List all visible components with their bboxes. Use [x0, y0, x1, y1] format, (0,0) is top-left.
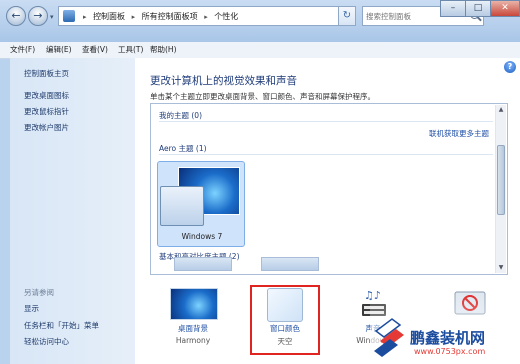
- group-my-themes: 我的主题 (0): [159, 111, 203, 120]
- maximize-button[interactable]: □: [465, 0, 491, 17]
- sidebar-item-display[interactable]: 显示: [24, 303, 39, 314]
- watermark-url: www.0753px.com: [414, 347, 486, 356]
- breadcrumb-item-control-panel[interactable]: 控制面板: [93, 12, 125, 21]
- forward-button[interactable]: →: [28, 6, 48, 26]
- window-color-value: 天空: [277, 337, 293, 346]
- theme-list-scrollbar[interactable]: ▲ ▼: [495, 105, 506, 273]
- page-title: 更改计算机上的视觉效果和声音: [150, 75, 297, 87]
- breadcrumb-separator-icon: ▸: [83, 13, 87, 21]
- theme-tile-basic[interactable]: [174, 257, 232, 271]
- back-button[interactable]: ←: [6, 6, 26, 26]
- theme-window-preview: [160, 186, 204, 226]
- scroll-up-icon[interactable]: ▲: [496, 105, 506, 115]
- window-color-button[interactable]: 窗口颜色 天空: [247, 282, 323, 362]
- see-also-heading: 另请参阅: [24, 288, 54, 297]
- page-subtitle: 单击某个主题立即更改桌面背景、窗口颜色、声音和屏幕保护程序。: [150, 92, 375, 101]
- theme-tile-classic[interactable]: [261, 257, 319, 271]
- minimize-button[interactable]: –: [440, 0, 466, 17]
- menu-tools[interactable]: 工具(T): [118, 44, 143, 55]
- menu-file[interactable]: 文件(F): [10, 44, 35, 55]
- desktop-background-label: 桌面背景: [178, 324, 208, 333]
- menu-view[interactable]: 查看(V): [82, 44, 108, 55]
- breadcrumb-item-all-items[interactable]: 所有控制面板项: [142, 12, 198, 21]
- window-color-label: 窗口颜色: [270, 324, 300, 333]
- close-button[interactable]: ✕: [490, 0, 520, 17]
- sidebar-item-control-panel-home[interactable]: 控制面板主页: [24, 68, 69, 79]
- scroll-down-icon[interactable]: ▼: [496, 263, 506, 273]
- control-panel-icon: [63, 10, 75, 22]
- group-divider: [159, 154, 493, 155]
- site-watermark: 鹏鑫装机网 www.0753px.com: [370, 291, 520, 364]
- title-bar: ← → ▾ ▸ 控制面板 ▸ 所有控制面板项 ▸ 个性化 ▾ ↻ – □ ✕: [0, 0, 520, 42]
- sidebar-item-ease-of-access[interactable]: 轻松访问中心: [24, 336, 69, 347]
- refresh-button[interactable]: ↻: [338, 6, 356, 26]
- menu-bar: 文件(F) 编辑(E) 查看(V) 工具(T) 帮助(H): [0, 42, 520, 59]
- desktop-background-icon: [170, 288, 218, 320]
- group-aero-themes: Aero 主题 (1): [159, 144, 207, 153]
- sidebar: 控制面板主页 更改桌面图标 更改鼠标指针 更改帐户图片 另请参阅 显示 任务栏和…: [10, 58, 135, 364]
- sidebar-item-change-account-picture[interactable]: 更改帐户图片: [24, 122, 69, 133]
- desktop-background-button[interactable]: 桌面背景 Harmony: [155, 282, 231, 362]
- scrollbar-thumb[interactable]: [497, 145, 505, 215]
- address-bar[interactable]: ▸ 控制面板 ▸ 所有控制面板项 ▸ 个性化 ▾: [58, 6, 348, 26]
- theme-tile-windows7[interactable]: Windows 7: [157, 161, 245, 247]
- theme-list: 我的主题 (0) 联机获取更多主题 Aero 主题 (1) Windows 7 …: [150, 103, 508, 275]
- desktop-background-value: Harmony: [175, 336, 211, 345]
- get-more-themes-online-link[interactable]: 联机获取更多主题: [429, 128, 489, 139]
- watermark-name: 鹏鑫装机网: [410, 329, 486, 347]
- menu-edit[interactable]: 编辑(E): [46, 44, 72, 55]
- group-divider: [159, 121, 493, 122]
- breadcrumb-item-personalization[interactable]: 个性化: [214, 12, 238, 21]
- breadcrumb-separator-icon: ▸: [131, 13, 136, 21]
- sidebar-item-change-mouse-pointers[interactable]: 更改鼠标指针: [24, 106, 69, 117]
- window-color-icon: [267, 288, 303, 322]
- sidebar-item-taskbar-start-menu[interactable]: 任务栏和「开始」菜单: [24, 320, 99, 331]
- personalization-window: ← → ▾ ▸ 控制面板 ▸ 所有控制面板项 ▸ 个性化 ▾ ↻ – □ ✕ 文…: [0, 0, 520, 364]
- breadcrumb: ▸ 控制面板 ▸ 所有控制面板项 ▸ 个性化: [79, 11, 238, 22]
- menu-help[interactable]: 帮助(H): [150, 44, 177, 55]
- recent-pages-dropdown-icon[interactable]: ▾: [50, 13, 54, 21]
- breadcrumb-separator-icon: ▸: [204, 13, 208, 21]
- theme-name: Windows 7: [181, 232, 223, 241]
- sidebar-item-change-desktop-icons[interactable]: 更改桌面图标: [24, 90, 69, 101]
- help-icon[interactable]: ?: [504, 61, 516, 73]
